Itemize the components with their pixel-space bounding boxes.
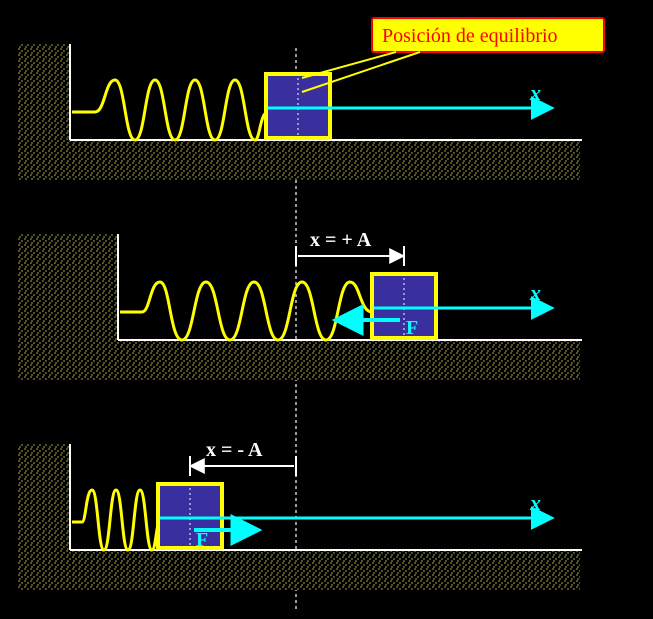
- panel-negative-a: x = - A F x: [18, 439, 582, 590]
- disp-label-pos: x = + A: [310, 229, 372, 251]
- disp-label-neg: x = - A: [206, 439, 263, 461]
- x-label-1: x: [529, 80, 541, 105]
- spring-3: [72, 490, 160, 550]
- panel-equilibrium: x: [18, 44, 582, 180]
- equilibrium-callout: Posición de equilibrio: [302, 18, 604, 92]
- x-label-2: x: [529, 280, 541, 305]
- panel-positive-a: x = + A F x: [18, 229, 582, 380]
- force-label-3: F: [196, 529, 208, 551]
- diagram-root: x Posición de equilibrio x = + A F x: [0, 0, 653, 619]
- force-label-2: F: [406, 317, 418, 339]
- x-label-3: x: [529, 490, 541, 515]
- equilibrium-callout-text: Posición de equilibrio: [382, 25, 558, 47]
- spring-2: [120, 282, 372, 340]
- spring-1: [72, 80, 268, 140]
